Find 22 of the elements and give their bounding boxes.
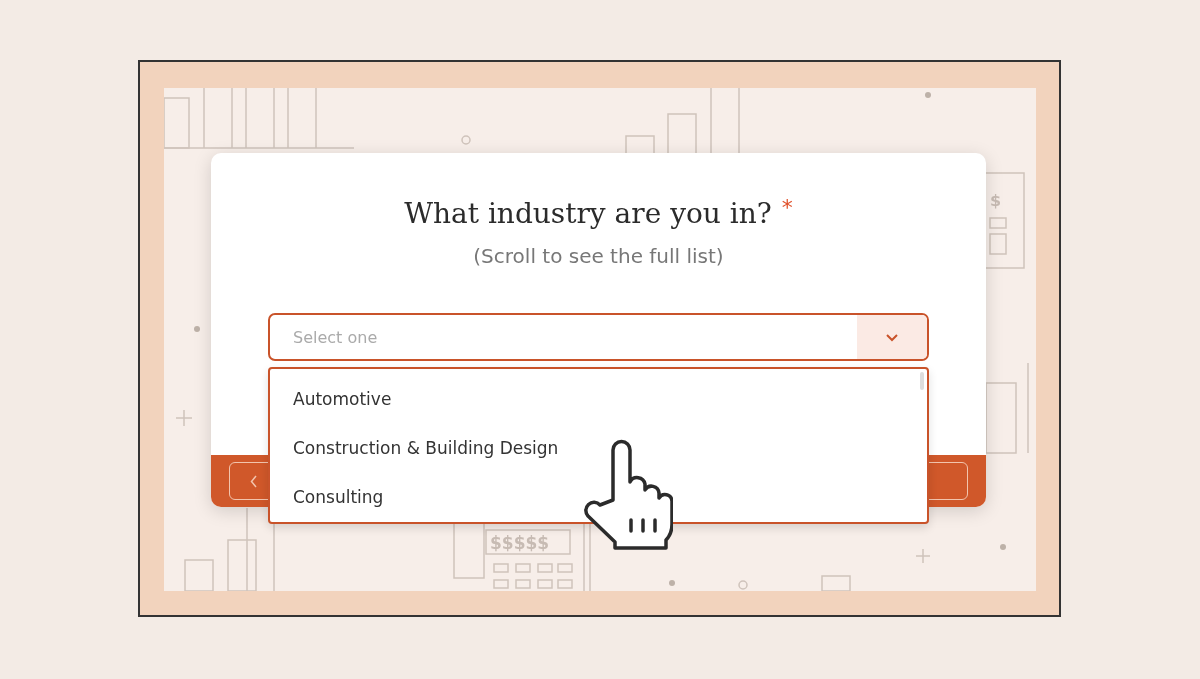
option-item[interactable]: Automotive: [270, 374, 927, 424]
plus-icon: [915, 548, 931, 564]
required-mark: *: [781, 195, 793, 220]
select-placeholder: Select one: [292, 326, 379, 349]
option-item[interactable]: Consulting: [270, 472, 927, 522]
ring-icon: [738, 580, 748, 590]
dot-icon: [1000, 544, 1006, 550]
dot-icon: [925, 92, 931, 98]
question-hint: (Scroll to see the full list): [473, 244, 724, 268]
register-display: $: [990, 191, 1002, 210]
calculator-display: $$$$$: [490, 533, 550, 553]
chevron-down-icon: [885, 332, 899, 342]
question-title: What industry are you in?: [404, 197, 772, 230]
dot-icon: [194, 326, 200, 332]
bar-icon: [821, 575, 851, 591]
plus-icon: [175, 409, 193, 427]
chevron-left-icon: [250, 474, 258, 488]
option-item[interactable]: Construction & Building Design: [270, 423, 927, 473]
ring-icon: [461, 135, 471, 145]
dropdown-button[interactable]: [857, 315, 927, 359]
scrollbar-thumb[interactable]: [920, 372, 924, 390]
dot-icon: [669, 580, 675, 586]
